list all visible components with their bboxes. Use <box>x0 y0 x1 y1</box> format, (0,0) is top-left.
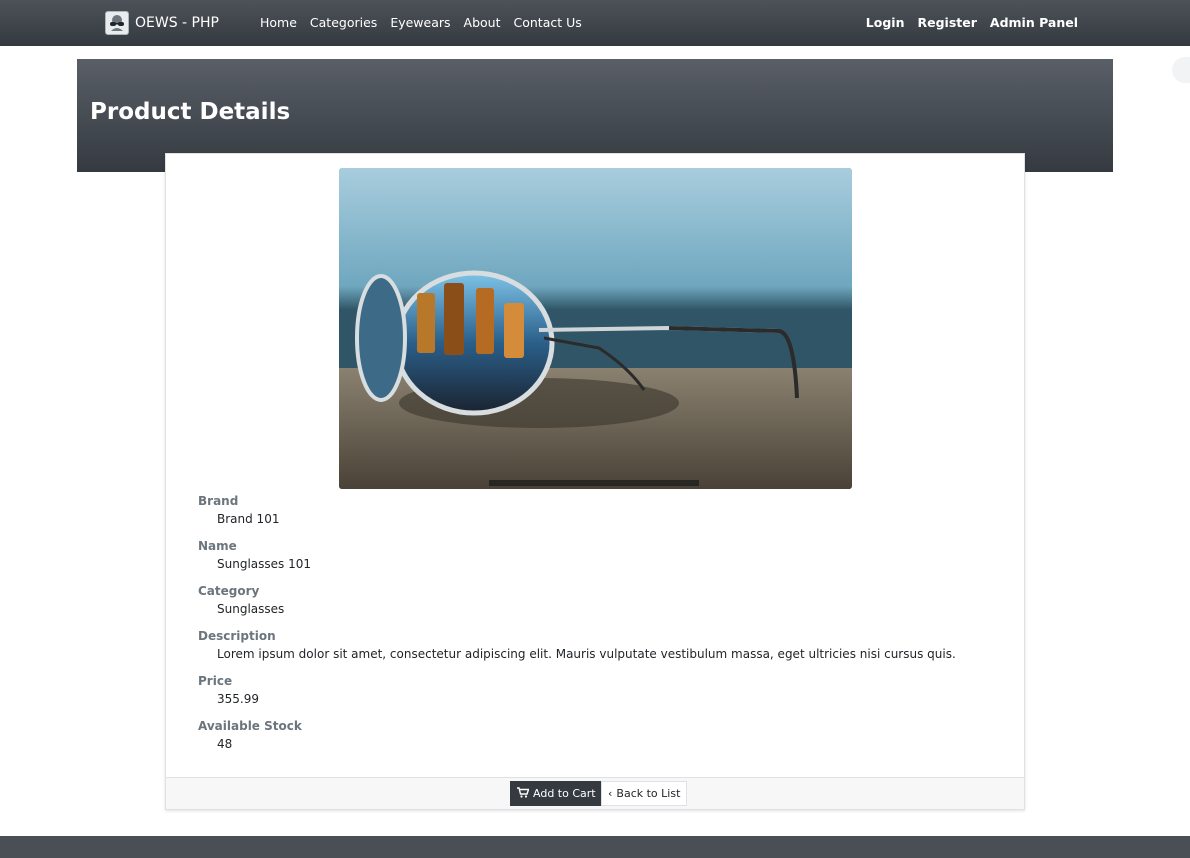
admin-panel-link[interactable]: Admin Panel <box>990 15 1078 30</box>
nav-link-about[interactable]: About <box>464 15 501 30</box>
product-image <box>339 168 852 489</box>
name-value: Sunglasses 101 <box>217 557 311 571</box>
chevron-left-icon: ‹ <box>608 787 613 800</box>
back-to-list-button[interactable]: ‹ Back to List <box>601 781 688 806</box>
stock-label: Available Stock <box>198 719 302 733</box>
card-footer: Add to Cart ‹ Back to List <box>166 777 1024 809</box>
page-title: Product Details <box>90 99 291 125</box>
product-details: Brand Brand 101 Name Sunglasses 101 Cate… <box>198 492 956 762</box>
account-nav: Login Register Admin Panel <box>853 15 1078 30</box>
nav-link-eyewears[interactable]: Eyewears <box>390 15 450 30</box>
stock-value: 48 <box>217 737 233 751</box>
add-to-cart-label: Add to Cart <box>533 787 596 800</box>
price-value: 355.99 <box>217 692 259 706</box>
sunglasses-icon <box>105 11 129 35</box>
description-label: Description <box>198 629 276 643</box>
nav-link-home[interactable]: Home <box>260 15 297 30</box>
nav-link-categories[interactable]: Categories <box>310 15 377 30</box>
login-link[interactable]: Login <box>866 15 905 30</box>
name-label: Name <box>198 539 237 553</box>
product-card: Brand Brand 101 Name Sunglasses 101 Cate… <box>165 153 1025 810</box>
nav-link-contact[interactable]: Contact Us <box>514 15 582 30</box>
brand-name: OEWS - PHP <box>135 15 219 31</box>
navbar: OEWS - PHP Home Categories Eyewears Abou… <box>0 0 1190 46</box>
back-to-list-label: Back to List <box>616 787 681 800</box>
category-value: Sunglasses <box>217 602 285 616</box>
brand-label: Brand <box>198 494 239 508</box>
brand-value: Brand 101 <box>217 512 280 526</box>
register-link[interactable]: Register <box>917 15 976 30</box>
price-label: Price <box>198 674 233 688</box>
brand[interactable]: OEWS - PHP <box>105 11 219 35</box>
cart-icon <box>517 786 530 801</box>
description-value: Lorem ipsum dolor sit amet, consectetur … <box>217 647 956 661</box>
page-footer <box>0 836 1190 858</box>
category-label: Category <box>198 584 260 598</box>
add-to-cart-button[interactable]: Add to Cart <box>510 781 603 806</box>
main-nav: Home Categories Eyewears About Contact U… <box>260 15 595 30</box>
side-handle[interactable] <box>1172 57 1190 83</box>
